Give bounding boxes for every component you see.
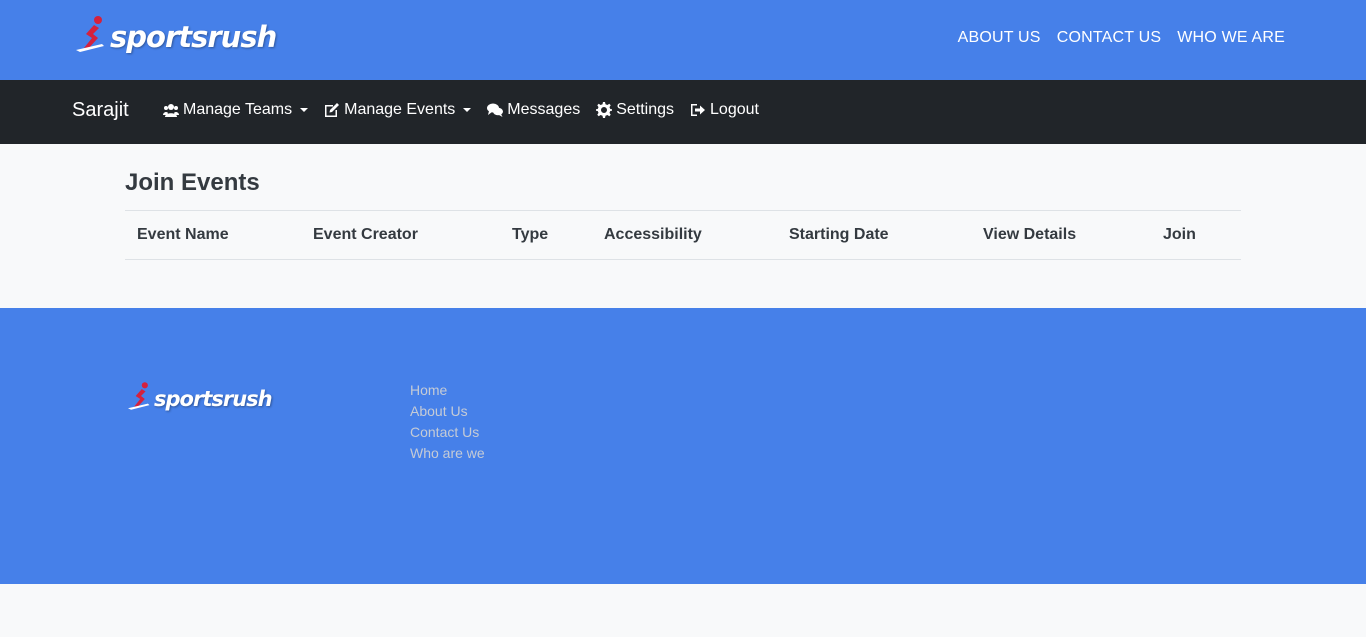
logout-link[interactable]: Logout <box>690 101 759 119</box>
settings-link[interactable]: Settings <box>596 101 674 119</box>
manage-events-menu[interactable]: Manage Events <box>324 101 472 119</box>
user-name[interactable]: Sarajit <box>72 99 129 122</box>
logo-wordmark: sportsrush <box>154 387 273 411</box>
gear-icon <box>596 102 613 118</box>
settings-label: Settings <box>616 101 675 118</box>
col-type: Type <box>512 226 549 243</box>
nav-menu: Manage Teams Manage Events Messages Sett… <box>163 101 759 119</box>
manage-teams-label: Manage Teams <box>183 101 293 118</box>
col-event-name: Event Name <box>137 226 229 243</box>
footer-links: Home About Us Contact Us Who are we <box>410 380 485 464</box>
messages-label: Messages <box>507 101 581 118</box>
footer-who-link[interactable]: Who are we <box>410 443 485 464</box>
top-links: ABOUT US CONTACT US WHO WE ARE <box>958 29 1285 47</box>
footer <box>0 308 1366 584</box>
col-event-creator: Event Creator <box>313 226 418 243</box>
manage-events-label: Manage Events <box>344 101 456 118</box>
footer-contact-link[interactable]: Contact Us <box>410 422 485 443</box>
comments-icon <box>487 103 504 117</box>
about-us-link[interactable]: ABOUT US <box>958 29 1041 47</box>
page-title: Join Events <box>125 169 260 196</box>
col-starting-date: Starting Date <box>789 226 889 243</box>
col-view-details: View Details <box>983 226 1077 243</box>
logout-label: Logout <box>710 101 759 118</box>
sign-out-icon <box>691 104 706 116</box>
col-join: Join <box>1163 226 1196 243</box>
caret-down-icon <box>463 108 472 112</box>
caret-down-icon <box>300 108 309 112</box>
events-table-header: Event Name Event Creator Type Accessibil… <box>125 210 1241 260</box>
header-logo[interactable]: sportsrush <box>76 14 277 54</box>
col-accessibility: Accessibility <box>604 226 702 243</box>
edit-icon <box>325 103 340 117</box>
logo-wordmark: sportsrush <box>110 20 277 54</box>
who-we-are-link[interactable]: WHO WE ARE <box>1177 29 1285 47</box>
contact-us-link[interactable]: CONTACT US <box>1057 29 1162 47</box>
manage-teams-menu[interactable]: Manage Teams <box>163 101 309 119</box>
footer-about-link[interactable]: About Us <box>410 401 485 422</box>
users-icon <box>163 104 179 117</box>
footer-logo[interactable]: sportsrush <box>128 380 273 412</box>
footer-home-link[interactable]: Home <box>410 380 485 401</box>
runner-logo-icon <box>76 16 104 52</box>
messages-link[interactable]: Messages <box>487 101 580 119</box>
runner-logo-icon <box>128 382 150 410</box>
